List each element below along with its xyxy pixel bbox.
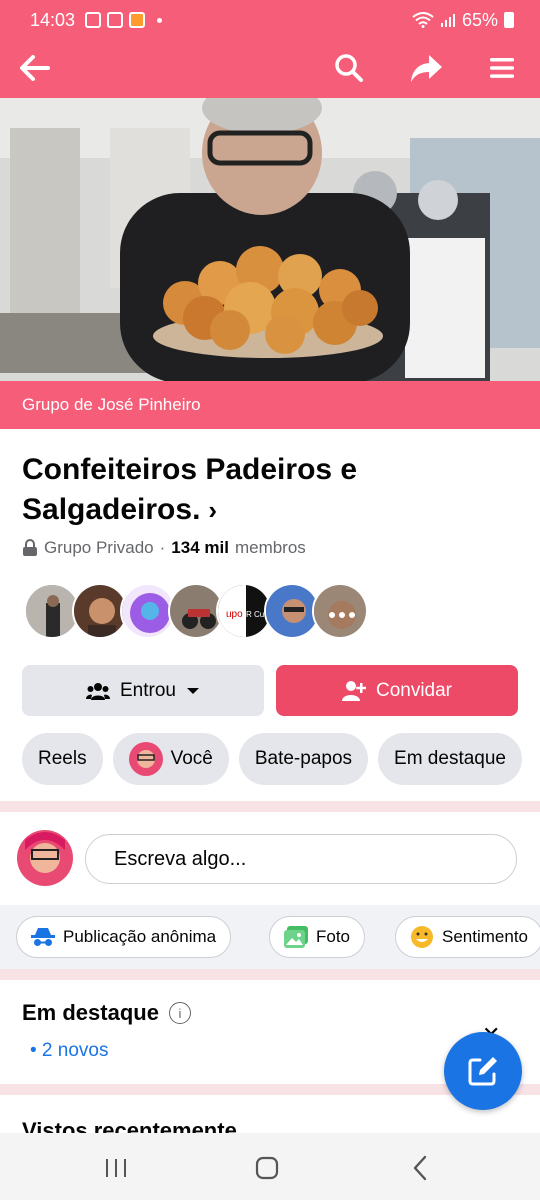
app-bar bbox=[0, 40, 540, 98]
featured-title-text: Em destaque bbox=[22, 1000, 159, 1025]
chip-label[interactable]: Reels bbox=[38, 748, 87, 770]
chip-featured[interactable]: Em destaque bbox=[378, 733, 522, 785]
post-options: Publicação anônima Foto Sentimento bbox=[0, 905, 540, 969]
info-icon[interactable]: i bbox=[168, 1002, 191, 1024]
instagram-icon bbox=[107, 12, 124, 28]
option-label[interactable]: Sentimento bbox=[442, 927, 528, 947]
anonymous-post-button[interactable]: Publicação anônima bbox=[16, 916, 232, 958]
battery-icon bbox=[504, 12, 514, 28]
composer-placeholder[interactable]: Escreva algo... bbox=[114, 848, 246, 871]
status-right: 65% bbox=[412, 10, 514, 31]
edit-icon bbox=[468, 1057, 497, 1086]
caret-down-icon bbox=[186, 687, 199, 694]
invite-label[interactable]: Convidar bbox=[376, 680, 452, 702]
group-owner-label[interactable]: Grupo de José Pinheiro bbox=[22, 395, 201, 415]
search-icon[interactable] bbox=[331, 50, 367, 86]
option-label[interactable]: Foto bbox=[316, 927, 350, 947]
back-nav-icon[interactable] bbox=[405, 1153, 435, 1183]
photo-icon bbox=[284, 926, 308, 948]
invite-button[interactable]: Convidar bbox=[276, 665, 518, 716]
home-icon[interactable] bbox=[252, 1153, 282, 1183]
chip-label[interactable]: Em destaque bbox=[394, 748, 506, 770]
meta-separator: · bbox=[159, 538, 166, 557]
members-count[interactable]: 134 mil bbox=[171, 538, 229, 558]
status-bar: 14:03 65% bbox=[0, 0, 540, 40]
group-owner-bar[interactable]: Grupo de José Pinheiro bbox=[0, 381, 540, 429]
featured-title: Em destaque i bbox=[22, 1000, 191, 1026]
joined-label[interactable]: Entrou bbox=[120, 680, 176, 702]
app-notification-icon bbox=[129, 12, 146, 28]
more-notifications-icon bbox=[157, 17, 163, 23]
menu-icon[interactable] bbox=[484, 50, 520, 86]
chip-you[interactable]: Você bbox=[112, 733, 229, 785]
user-avatar bbox=[128, 742, 163, 776]
battery-percent: 65% bbox=[461, 9, 498, 30]
svg-text:upo: upo bbox=[226, 609, 243, 620]
divider bbox=[0, 969, 540, 980]
member-avatars[interactable]: upoR Cunha bbox=[24, 583, 368, 639]
group-members-icon bbox=[86, 682, 110, 700]
option-label[interactable]: Publicação anônima bbox=[63, 927, 216, 947]
notification-icons bbox=[85, 12, 163, 28]
divider bbox=[0, 801, 540, 812]
gallery-icon bbox=[85, 12, 102, 28]
members-label[interactable]: membros bbox=[235, 538, 306, 558]
featured-new-count[interactable]: • 2 novos bbox=[30, 1040, 108, 1062]
feeling-button[interactable]: Sentimento bbox=[395, 916, 540, 958]
signal-icon bbox=[440, 14, 455, 27]
avatar[interactable] bbox=[312, 583, 368, 639]
recents-icon[interactable] bbox=[101, 1153, 131, 1183]
wifi-icon bbox=[412, 12, 434, 28]
chip-chats[interactable]: Bate-papos bbox=[238, 733, 369, 785]
group-title-text[interactable]: Confeiteiros Padeiros e Salgadeiros. bbox=[22, 453, 357, 526]
group-meta: Grupo Privado · 134 mil membros bbox=[22, 538, 306, 558]
add-person-icon bbox=[341, 680, 366, 701]
status-time: 14:03 bbox=[30, 9, 76, 30]
group-tabs: Reels Você Bate-papos Em destaque bbox=[22, 733, 522, 785]
back-arrow-icon[interactable] bbox=[16, 50, 52, 86]
composer-input[interactable]: Escreva algo... bbox=[85, 834, 517, 884]
photo-button[interactable]: Foto bbox=[269, 916, 366, 958]
system-nav-bar bbox=[0, 1133, 540, 1200]
composer-avatar[interactable] bbox=[17, 830, 73, 886]
lock-icon bbox=[23, 539, 37, 556]
smiley-icon bbox=[411, 926, 433, 948]
chip-label[interactable]: Bate-papos bbox=[255, 748, 352, 770]
joined-button[interactable]: Entrou bbox=[22, 665, 264, 716]
chevron-right-icon[interactable]: › bbox=[208, 490, 217, 530]
chip-reels[interactable]: Reels bbox=[22, 733, 103, 785]
compose-post-button[interactable] bbox=[444, 1032, 522, 1110]
recent-title: Vistos recentemente bbox=[22, 1118, 237, 1134]
incognito-icon bbox=[31, 928, 55, 946]
cover-photo[interactable] bbox=[0, 98, 540, 381]
share-icon[interactable] bbox=[408, 50, 444, 86]
chip-label[interactable]: Você bbox=[171, 748, 213, 770]
privacy-label: Grupo Privado bbox=[44, 538, 154, 557]
group-title[interactable]: Confeiteiros Padeiros e Salgadeiros. › bbox=[22, 450, 522, 530]
